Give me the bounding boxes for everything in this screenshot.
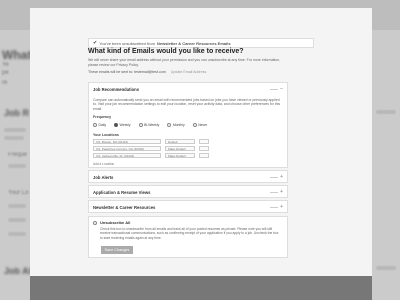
location-row: US, Jacksonville, FL (32202) Make Defaul… xyxy=(93,153,283,159)
banner-list-name: Newsletter & Career Resources Emails xyxy=(156,40,231,46)
save-changes-button[interactable]: Save Changes xyxy=(101,246,133,254)
location-remove-button[interactable] xyxy=(199,139,209,145)
page-description: We will never share your email address w… xyxy=(88,58,281,67)
location-city: US, Boston, MA (02110) xyxy=(93,139,161,145)
section-newsletter[interactable]: Newsletter & Career Resources + xyxy=(88,200,288,213)
job-recommendations-text: Compare can automatically send you an em… xyxy=(93,98,281,111)
unsubscribe-all-box: Unsubscribe All Check this box to unsubs… xyxy=(88,216,288,258)
location-row: US, Boston, MA (02110) Default xyxy=(93,139,283,145)
frequency-option-weekly[interactable]: Weekly xyxy=(114,123,131,127)
plus-icon: + xyxy=(280,189,283,195)
email-address-line: These emails will be sent to: testemail@… xyxy=(88,70,206,74)
email-address-text: These emails will be sent to: testemail@… xyxy=(88,70,166,74)
section-application-views[interactable]: Application & Resume Views + xyxy=(88,185,288,198)
location-make-default[interactable]: Make Default xyxy=(165,153,195,159)
collapse-control[interactable]: − xyxy=(270,86,283,92)
frequency-options: Daily Weekly Bi-Weekly Monthly Never xyxy=(93,123,283,127)
job-recommendations-body: Compare can automatically send you an em… xyxy=(89,95,287,170)
section-label: Application & Resume Views xyxy=(93,189,151,195)
checkmark-icon: ✔ xyxy=(93,40,98,46)
section-label: Job Recommendations xyxy=(93,86,140,92)
minus-icon: − xyxy=(280,86,283,92)
page-title: What kind of Emails would you like to re… xyxy=(88,48,244,55)
section-job-alerts[interactable]: Job Alerts + xyxy=(88,170,288,183)
section-label: Job Alerts xyxy=(93,174,114,180)
section-header-application-views[interactable]: Application & Resume Views + xyxy=(89,186,287,198)
update-email-link[interactable]: Update Email Address xyxy=(171,70,207,74)
plus-icon: + xyxy=(280,204,283,210)
location-default[interactable]: Default xyxy=(165,139,195,145)
unsubscribe-all-description: Check this box to unsubscribe from all e… xyxy=(100,227,279,240)
frequency-option-daily[interactable]: Daily xyxy=(93,123,106,127)
email-preferences-modal: ✔ You've been unsubscribed from Newslett… xyxy=(30,8,372,300)
expand-control[interactable]: + xyxy=(270,174,283,180)
location-remove-button[interactable] xyxy=(199,146,209,152)
frequency-label: Frequency xyxy=(93,115,112,120)
location-city: US, Jacksonville, FL (32202) xyxy=(93,153,161,159)
banner-prefix: You've been unsubscribed from xyxy=(99,40,155,46)
frequency-option-biweekly[interactable]: Bi-Weekly xyxy=(138,123,159,127)
checkbox-icon xyxy=(93,220,97,225)
unsubscribe-all-label: Unsubscribe All xyxy=(100,220,131,225)
section-header-job-alerts[interactable]: Job Alerts + xyxy=(89,171,287,183)
modal-footer-bar xyxy=(30,276,372,300)
plus-icon: + xyxy=(280,174,283,180)
section-job-recommendations: Job Recommendations − Compare can automa… xyxy=(88,82,288,168)
frequency-option-monthly[interactable]: Monthly xyxy=(167,123,185,127)
section-label: Newsletter & Career Resources xyxy=(93,204,156,210)
locations-label: Your Locations xyxy=(93,133,119,138)
add-location-link[interactable]: Add a Location xyxy=(93,162,283,166)
location-row: US, Peachtree Corners, GA (30092) Make D… xyxy=(93,146,283,152)
expand-control[interactable]: + xyxy=(270,204,283,210)
frequency-option-never[interactable]: Never xyxy=(192,123,207,127)
section-header-job-recommendations[interactable]: Job Recommendations − xyxy=(89,83,287,95)
expand-control[interactable]: + xyxy=(270,189,283,195)
location-remove-button[interactable] xyxy=(199,153,209,159)
location-make-default[interactable]: Make Default xyxy=(165,146,195,152)
unsubscribe-banner: ✔ You've been unsubscribed from Newslett… xyxy=(88,38,314,48)
section-header-newsletter[interactable]: Newsletter & Career Resources + xyxy=(89,201,287,213)
location-city: US, Peachtree Corners, GA (30092) xyxy=(93,146,161,152)
unsubscribe-all-checkbox[interactable]: Unsubscribe All xyxy=(93,220,283,225)
